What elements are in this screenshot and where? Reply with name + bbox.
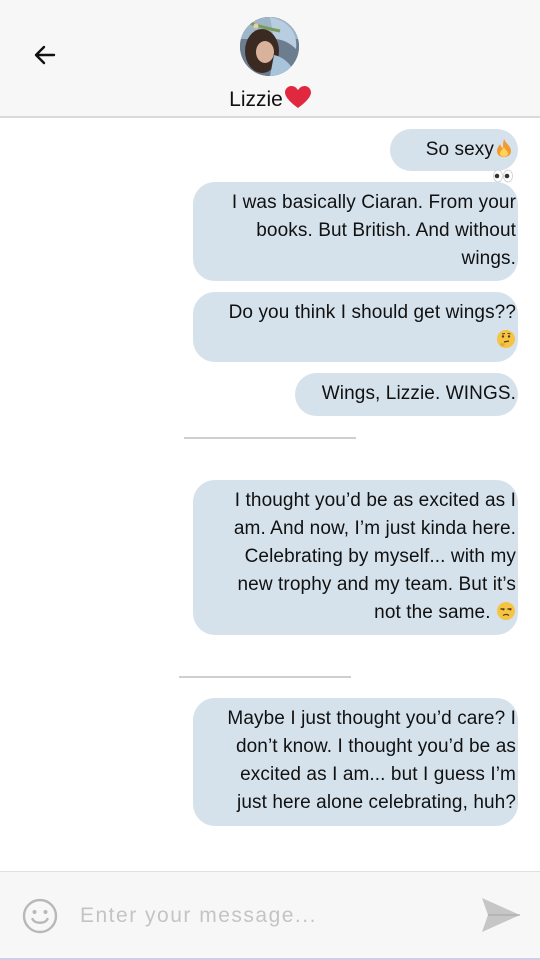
smiley-icon[interactable] — [22, 898, 58, 934]
message-text: Do you think I should get wings?? — [228, 302, 516, 323]
message-text: Wings, Lizzie. WINGS. — [321, 383, 516, 404]
unamused-face-emoji-icon — [497, 602, 515, 620]
message-text: Maybe I just thought you’d care? I don’t… — [227, 708, 516, 813]
contact-name-row: Lizzie — [0, 86, 540, 112]
message-input[interactable] — [80, 896, 460, 936]
message-list[interactable]: So sexy I was basically Ciaran. From you… — [0, 120, 540, 870]
fire-emoji-icon — [497, 139, 511, 157]
send-icon[interactable] — [480, 896, 522, 934]
message-bubble[interactable]: I thought you’d be as excited as I am. A… — [193, 480, 518, 635]
message-text: So sexy — [425, 139, 494, 160]
back-arrow-icon[interactable] — [30, 40, 60, 70]
avatar-photo — [240, 17, 299, 76]
message-bubble[interactable]: Do you think I should get wings?? — [193, 292, 518, 362]
message-composer — [0, 871, 540, 960]
contact-name: Lizzie — [229, 88, 283, 111]
message-bubble[interactable]: Maybe I just thought you’d care? I don’t… — [193, 698, 518, 826]
message-bubble[interactable]: Wings, Lizzie. WINGS. — [295, 373, 518, 416]
message-bubble[interactable]: I was basically Ciaran. From your books.… — [193, 182, 518, 281]
avatar[interactable] — [240, 17, 299, 76]
message-text: I thought you’d be as excited as I am. A… — [233, 490, 516, 623]
divider — [184, 437, 356, 439]
thinking-face-emoji-icon — [497, 330, 515, 348]
divider — [179, 676, 351, 678]
red-heart-icon — [284, 86, 311, 108]
chat-header: Lizzie — [0, 0, 540, 118]
message-bubble[interactable]: So sexy — [390, 129, 518, 183]
message-text: I was basically Ciaran. From your books.… — [231, 192, 516, 269]
